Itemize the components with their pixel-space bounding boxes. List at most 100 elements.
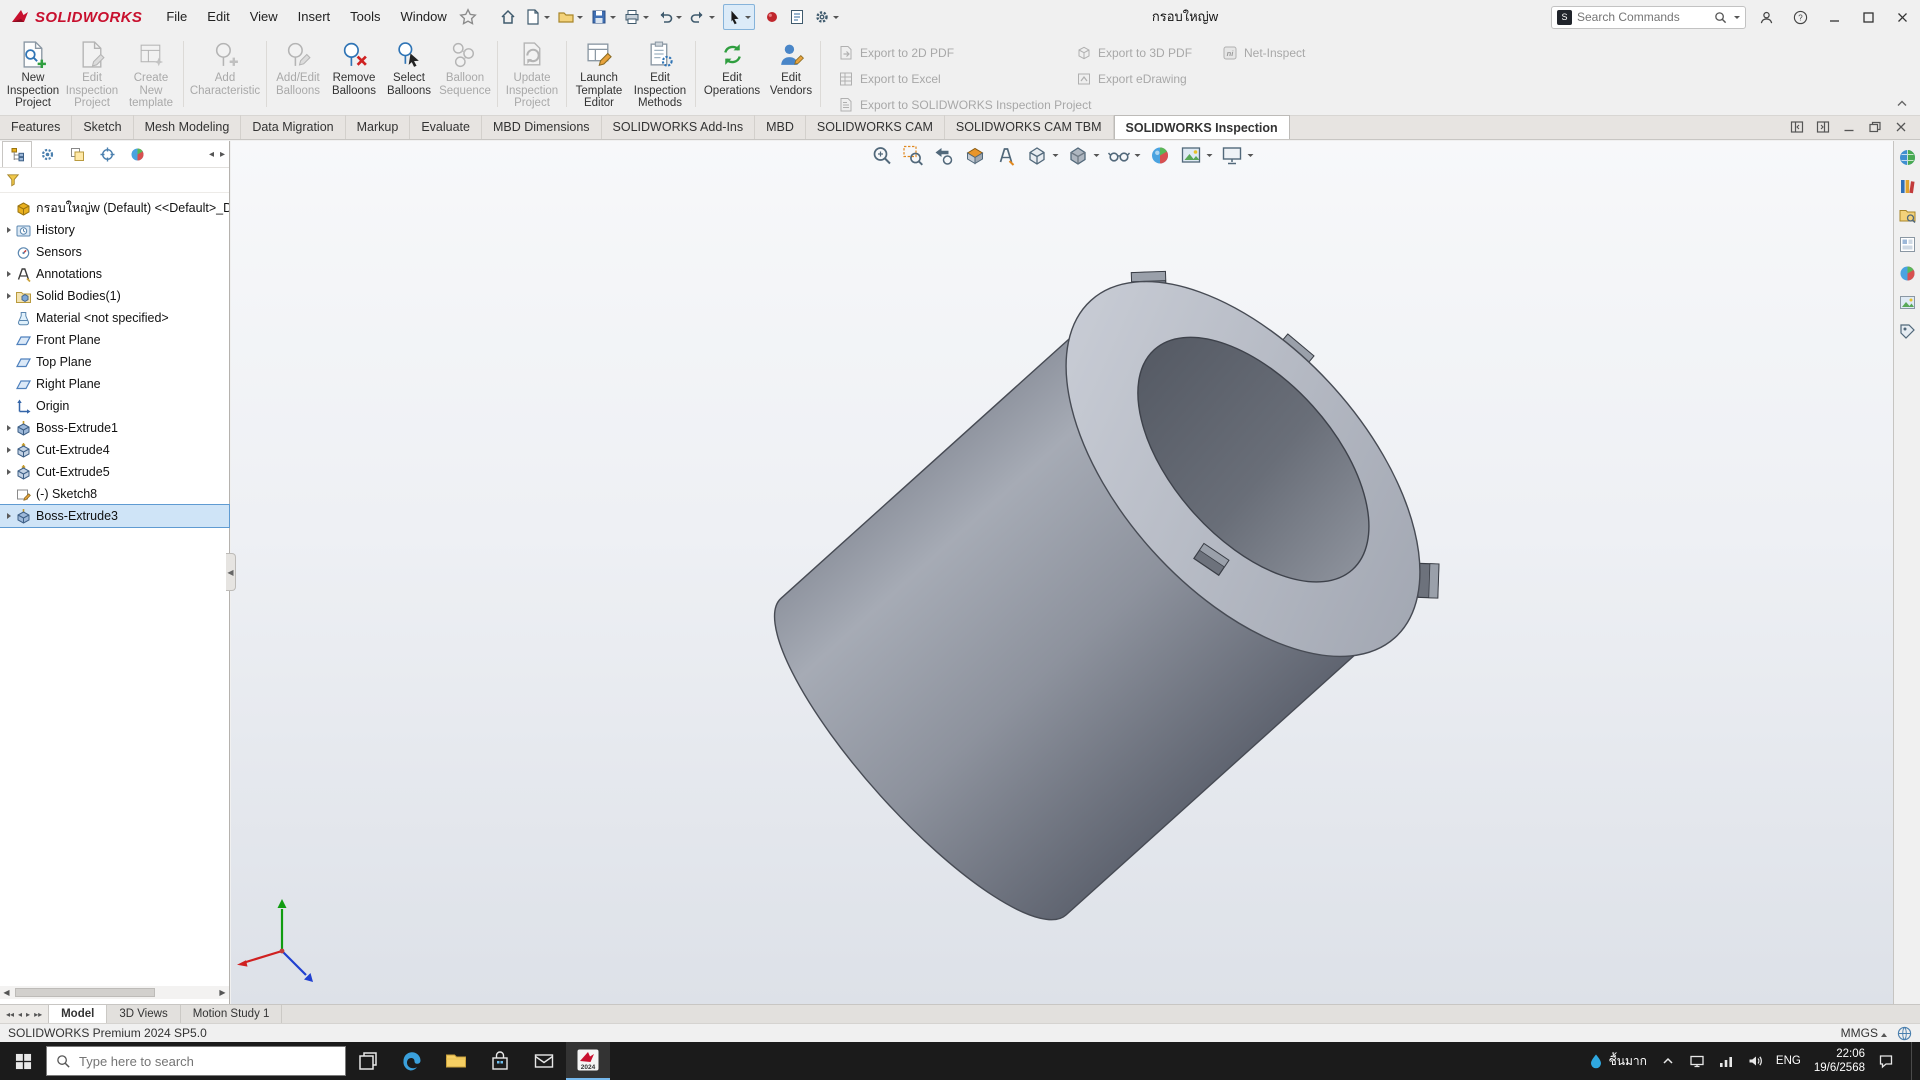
scroll-left-icon[interactable]: ◀ xyxy=(0,986,13,999)
pin-menu-star-icon[interactable] xyxy=(457,4,479,30)
pane-left-icon[interactable] xyxy=(1790,120,1804,134)
web-help-globe-icon[interactable] xyxy=(1897,1026,1912,1041)
tray-chevron-up-icon[interactable] xyxy=(1660,1053,1676,1069)
doc-close-icon[interactable] xyxy=(1894,120,1908,134)
menu-view[interactable]: View xyxy=(240,0,288,34)
graphics-viewport[interactable] xyxy=(231,141,1893,1004)
solidworks-2024-button[interactable]: 2024 xyxy=(566,1042,610,1080)
panel-collapse-handle[interactable]: ◀ xyxy=(226,553,236,591)
design-library-icon[interactable] xyxy=(1898,177,1917,196)
scroll-thumb[interactable] xyxy=(15,988,155,997)
tab-evaluate[interactable]: Evaluate xyxy=(410,115,482,139)
redo-icon[interactable] xyxy=(687,4,717,30)
select-tool[interactable] xyxy=(723,4,755,30)
clock[interactable]: 22:06 19/6/2568 xyxy=(1814,1047,1865,1076)
first-tab-icon[interactable]: ◂◂ xyxy=(6,1010,14,1019)
tree-item-right-plane[interactable]: Right Plane xyxy=(0,373,229,395)
tree-item-solid-bodies[interactable]: Solid Bodies(1) xyxy=(0,285,229,307)
print-icon[interactable] xyxy=(621,4,651,30)
tab-solidworks-addins[interactable]: SOLIDWORKS Add-Ins xyxy=(602,115,756,139)
view-palette-icon[interactable] xyxy=(1898,235,1917,254)
apply-scene-icon[interactable] xyxy=(1180,144,1213,167)
launch-template-editor-button[interactable]: Launch Template Editor xyxy=(570,37,628,111)
taskbar-search[interactable] xyxy=(46,1046,346,1076)
model-canvas[interactable] xyxy=(231,141,1893,1004)
tree-item-front-plane[interactable]: Front Plane xyxy=(0,329,229,351)
tab-data-migration[interactable]: Data Migration xyxy=(241,115,345,139)
tab-markup[interactable]: Markup xyxy=(346,115,411,139)
displaymanager-tab[interactable] xyxy=(122,141,152,167)
section-view-icon[interactable] xyxy=(964,144,987,167)
configurationmanager-tab[interactable] xyxy=(62,141,92,167)
cylinder-part[interactable] xyxy=(728,214,1490,964)
next-tab-icon[interactable]: ▸ xyxy=(26,1010,30,1019)
language-indicator[interactable]: ENG xyxy=(1776,1055,1801,1067)
taskbar-search-input[interactable] xyxy=(79,1054,336,1069)
tree-item-origin[interactable]: Origin xyxy=(0,395,229,417)
panel-tab-scroll-right-icon[interactable]: ▸ xyxy=(220,149,225,160)
action-center-icon[interactable] xyxy=(1878,1053,1894,1069)
edge-button[interactable] xyxy=(390,1042,434,1080)
tree-root[interactable]: กรอบใหญ่w (Default) <<Default>_Displ xyxy=(0,197,229,219)
unit-system[interactable]: MMGS xyxy=(1841,1026,1887,1040)
volume-icon[interactable] xyxy=(1747,1053,1763,1069)
select-balloons-button[interactable]: Select Balloons xyxy=(382,37,436,111)
view-orientation-icon[interactable] xyxy=(1026,144,1059,167)
tab-mesh-modeling[interactable]: Mesh Modeling xyxy=(134,115,242,139)
tab-solidworks-inspection[interactable]: SOLIDWORKS Inspection xyxy=(1114,115,1290,139)
open-icon[interactable] xyxy=(555,4,585,30)
pane-right-icon[interactable] xyxy=(1816,120,1830,134)
help-icon[interactable]: ? xyxy=(1787,4,1814,31)
featuremanager-tab[interactable] xyxy=(2,141,32,167)
tree-item-cut-extrude4[interactable]: Cut-Extrude4 xyxy=(0,439,229,461)
store-button[interactable] xyxy=(478,1042,522,1080)
tree-item-top-plane[interactable]: Top Plane xyxy=(0,351,229,373)
edit-vendors-button[interactable]: Edit Vendors xyxy=(765,37,817,111)
file-explorer-icon[interactable] xyxy=(1898,206,1917,225)
task-view-button[interactable] xyxy=(346,1042,390,1080)
ribbon-collapse-chevron[interactable] xyxy=(1896,99,1908,107)
doc-restore-icon[interactable] xyxy=(1868,120,1882,134)
scenes-icon[interactable] xyxy=(1898,293,1917,312)
edit-inspection-methods-button[interactable]: Edit Inspection Methods xyxy=(628,37,692,111)
menu-insert[interactable]: Insert xyxy=(288,0,341,34)
tree-item-sensors[interactable]: Sensors xyxy=(0,241,229,263)
tree-item-boss-extrude3[interactable]: Boss-Extrude3 xyxy=(0,505,229,527)
tab-solidworks-cam[interactable]: SOLIDWORKS CAM xyxy=(806,115,945,139)
red-sphere-icon[interactable] xyxy=(761,4,783,30)
tree-item-sketch8[interactable]: (-) Sketch8 xyxy=(0,483,229,505)
menu-tools[interactable]: Tools xyxy=(340,0,390,34)
panel-horizontal-scrollbar[interactable]: ◀ ▶ xyxy=(0,986,229,999)
maximize-icon[interactable] xyxy=(1855,4,1882,31)
panel-tab-scroll-left-icon[interactable]: ◂ xyxy=(209,149,214,160)
last-tab-icon[interactable]: ▸▸ xyxy=(34,1010,42,1019)
zoom-to-fit-icon[interactable] xyxy=(871,144,894,167)
report-icon[interactable] xyxy=(786,4,808,30)
custom-properties-icon[interactable] xyxy=(1898,322,1917,341)
new-document-icon[interactable] xyxy=(522,4,552,30)
tab-features[interactable]: Features xyxy=(0,115,72,139)
propertymanager-tab[interactable] xyxy=(32,141,62,167)
save-icon[interactable] xyxy=(588,4,618,30)
scroll-right-icon[interactable]: ▶ xyxy=(216,986,229,999)
dynamic-annotation-views-icon[interactable] xyxy=(995,144,1018,167)
tab-3d-views[interactable]: 3D Views xyxy=(107,1005,180,1023)
tree-item-boss-extrude1[interactable]: Boss-Extrude1 xyxy=(0,417,229,439)
command-search-input[interactable] xyxy=(1577,10,1709,24)
edit-operations-button[interactable]: Edit Operations xyxy=(699,37,765,111)
edit-appearance-icon[interactable] xyxy=(1149,144,1172,167)
appearances-icon[interactable] xyxy=(1898,264,1917,283)
undo-icon[interactable] xyxy=(654,4,684,30)
file-explorer-button[interactable] xyxy=(434,1042,478,1080)
dimxpertmanager-tab[interactable] xyxy=(92,141,122,167)
display-style-icon[interactable] xyxy=(1067,144,1100,167)
new-inspection-project-button[interactable]: New Inspection Project xyxy=(4,37,62,111)
zoom-to-area-icon[interactable] xyxy=(902,144,925,167)
minimize-icon[interactable] xyxy=(1821,4,1848,31)
prev-tab-icon[interactable]: ◂ xyxy=(18,1010,22,1019)
doc-minimize-icon[interactable] xyxy=(1842,120,1856,134)
user-account-icon[interactable] xyxy=(1753,4,1780,31)
command-search[interactable]: S xyxy=(1551,6,1746,29)
menu-file[interactable]: File xyxy=(156,0,197,34)
view-settings-icon[interactable] xyxy=(1221,144,1254,167)
